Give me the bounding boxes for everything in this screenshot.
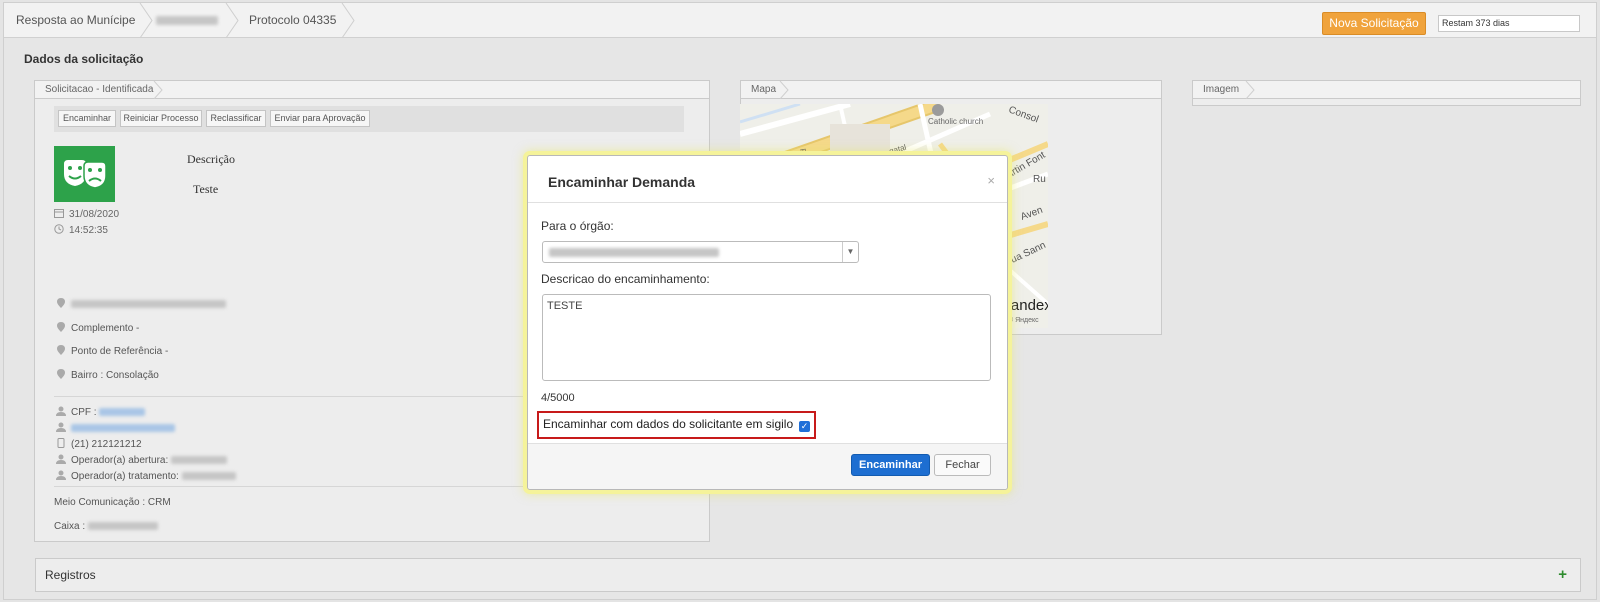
request-time: 14:52:35 — [69, 225, 108, 236]
address-row — [56, 298, 226, 310]
date-row: 31/08/2020 — [54, 208, 119, 220]
channel-text: Meio Comunicação : CRM — [54, 497, 171, 508]
operator-treat-label: Operador(a) tratamento: — [71, 471, 179, 482]
map-label: © Яндекс — [1008, 316, 1039, 324]
mobile-phone-icon — [57, 438, 65, 448]
breadcrumb-separator — [341, 3, 355, 38]
modal-footer: Encaminhar Fechar — [528, 443, 1007, 489]
panel-header: Imagem — [1193, 81, 1580, 99]
divider — [54, 396, 530, 397]
image-panel: Imagem — [1192, 80, 1581, 106]
clock-icon — [54, 224, 64, 234]
chevron-down-icon[interactable]: ▼ — [842, 242, 858, 262]
restart-process-button[interactable]: Reiniciar Processo — [120, 110, 202, 127]
breadcrumb-separator — [225, 3, 239, 38]
description-label: Descricao do encaminhamento: — [541, 272, 710, 286]
box-row: Caixa : — [54, 521, 158, 532]
complement-row: Complemento - — [56, 322, 139, 334]
map-label: Ru — [1033, 174, 1046, 185]
records-label: Registros — [45, 568, 96, 582]
forward-demand-modal: Encaminhar Demanda × Para o órgão: ▼ Des… — [527, 155, 1008, 490]
reference-text: Ponto de Referência - — [71, 346, 169, 357]
calendar-icon — [54, 209, 64, 218]
divider — [54, 486, 530, 487]
confidential-label[interactable]: Encaminhar com dados do solicitante em s… — [543, 417, 793, 431]
breadcrumb-item-protocolo[interactable]: Protocolo 04335 — [249, 3, 336, 38]
confidential-highlight: Encaminhar com dados do solicitante em s… — [537, 411, 816, 439]
map-label: Yandex — [1002, 297, 1048, 314]
close-icon[interactable]: × — [987, 173, 995, 188]
expand-plus-icon[interactable]: + — [1558, 566, 1567, 583]
tab-imagem[interactable]: Imagem — [1193, 81, 1239, 98]
user-icon — [56, 406, 66, 416]
tab-arrow — [1245, 81, 1255, 99]
theater-masks-icon — [64, 160, 107, 189]
description-textarea[interactable]: TESTE — [542, 294, 991, 381]
breadcrumb-item-redacted[interactable] — [156, 3, 218, 38]
forward-button[interactable]: Encaminhar — [58, 110, 116, 127]
user-icon — [56, 454, 66, 464]
send-approval-button[interactable]: Enviar para Aprovação — [270, 110, 370, 127]
cpf-row: CPF : — [56, 406, 146, 418]
district-text: Bairro : Consolação — [71, 370, 159, 381]
box-label: Caixa : — [54, 521, 86, 532]
map-pin-icon — [57, 345, 65, 355]
forward-submit-button[interactable]: Encaminhar — [851, 454, 930, 476]
records-section[interactable]: Registros + — [35, 558, 1581, 592]
char-counter: 4/5000 — [541, 392, 575, 404]
tab-arrow — [153, 81, 163, 99]
description-text: Teste — [193, 182, 219, 196]
tab-arrow — [779, 81, 789, 99]
tab-mapa[interactable]: Mapa — [741, 81, 776, 98]
category-avatar — [54, 146, 115, 202]
organ-select[interactable]: ▼ — [542, 241, 859, 263]
modal-divider — [528, 202, 1007, 203]
breadcrumb: Resposta ao Munícipe Protocolo 04335 Nov… — [4, 3, 1596, 38]
reclassify-button[interactable]: Reclassificar — [206, 110, 266, 127]
map-pin-icon — [57, 369, 65, 379]
phone-text: (21) 212121212 — [71, 439, 142, 450]
phone-row: (21) 212121212 — [56, 438, 142, 450]
email-row — [56, 422, 175, 434]
user-icon — [56, 470, 66, 480]
map-label: Catholic church — [928, 117, 983, 126]
organ-label: Para o órgão: — [541, 219, 614, 233]
request-date: 31/08/2020 — [69, 209, 120, 220]
reference-row: Ponto de Referência - — [56, 345, 168, 357]
operator-treat-row: Operador(a) tratamento: — [56, 470, 236, 482]
user-icon — [56, 422, 66, 432]
time-row: 14:52:35 — [54, 224, 108, 236]
new-request-button[interactable]: Nova Solicitação — [1322, 12, 1426, 35]
page-background: Resposta ao Munícipe Protocolo 04335 Nov… — [0, 0, 1600, 602]
breadcrumb-separator — [139, 3, 153, 38]
panel-header: Solicitacao - Identificada — [35, 81, 709, 99]
complement-text: Complemento - — [71, 323, 140, 334]
days-remaining-field: Restam 373 dias — [1438, 15, 1580, 32]
cpf-label: CPF : — [71, 407, 97, 418]
map-pin-icon — [57, 298, 65, 308]
action-toolbar: Encaminhar Reiniciar Processo Reclassifi… — [54, 106, 684, 132]
description-heading: Descrição — [187, 152, 235, 166]
breadcrumb-item-resposta[interactable]: Resposta ao Munícipe — [16, 3, 135, 38]
panel-header: Mapa — [741, 81, 1161, 99]
map-pin-icon — [57, 322, 65, 332]
tab-solicitacao[interactable]: Solicitacao - Identificada — [35, 81, 153, 98]
operator-open-label: Operador(a) abertura: — [71, 455, 169, 466]
close-button[interactable]: Fechar — [934, 454, 991, 476]
operator-open-row: Operador(a) abertura: — [56, 454, 228, 466]
district-row: Bairro : Consolação — [56, 369, 159, 381]
modal-title: Encaminhar Demanda — [548, 174, 696, 190]
page-title: Dados da solicitação — [24, 52, 144, 66]
confidential-checkbox[interactable]: ✓ — [799, 421, 810, 432]
